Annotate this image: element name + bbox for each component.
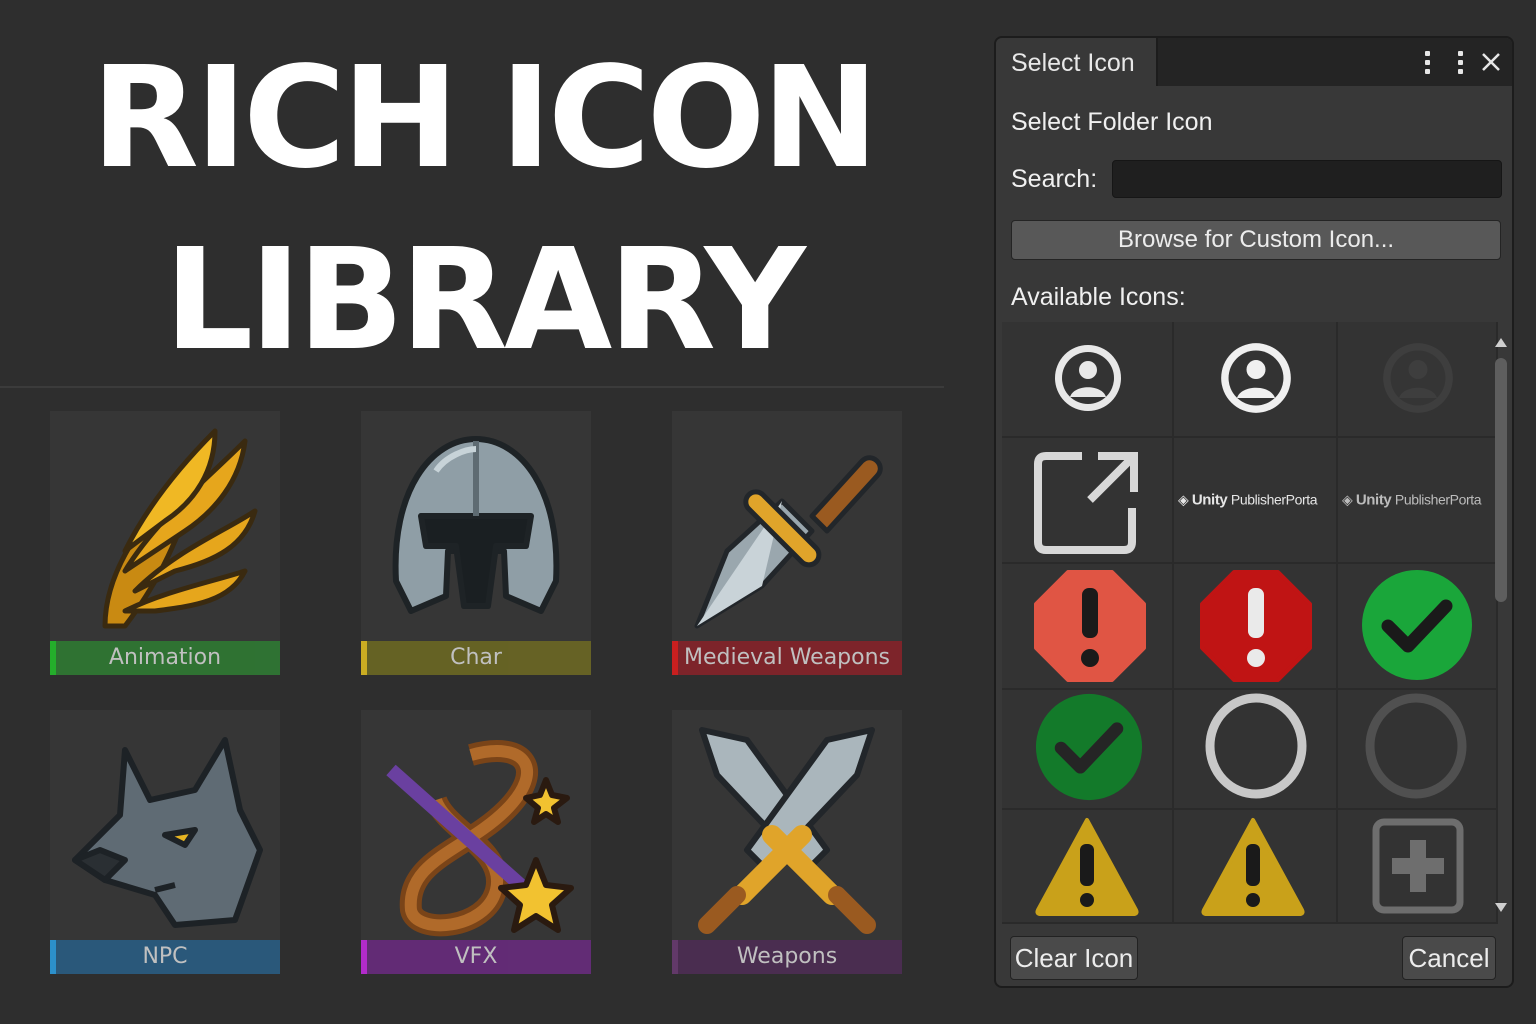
icon-cell-check-circle-dark[interactable]: [1002, 690, 1174, 810]
wolf-icon: [72, 737, 263, 928]
icon-cell-external-link[interactable]: [1002, 438, 1174, 564]
dagger-icon: [694, 455, 883, 629]
search-label: Search:: [1011, 165, 1098, 193]
icon-cell-add-box[interactable]: [1338, 810, 1498, 924]
close-icon[interactable]: [1476, 46, 1506, 78]
icon-cell-user-avatar-dim[interactable]: [1338, 322, 1498, 438]
scroll-down-arrow-icon[interactable]: [1495, 903, 1507, 912]
folder-label-vfx: VFX: [361, 940, 591, 974]
icon-cell-unity-portal-dim[interactable]: ◈ Unity PublisherPorta: [1338, 438, 1498, 564]
circle-outline-dim-icon: [1365, 693, 1467, 799]
error-octagon-dark-icon: [1200, 570, 1312, 682]
circle-outline-icon: [1205, 693, 1307, 799]
icon-grid-scrollbar[interactable]: [1492, 326, 1510, 922]
folder-label-animation: Animation: [50, 641, 280, 675]
folder-color-bar: [50, 641, 56, 675]
kebab-menu-icon[interactable]: [1412, 46, 1442, 78]
folder-label-medieval-weapons: Medieval Weapons: [672, 641, 902, 675]
folder-tile-animation[interactable]: Animation: [50, 411, 280, 675]
folder-tile-npc[interactable]: NPC: [50, 710, 280, 974]
unity-publisher-portal-logo: ◈ Unity PublisherPorta: [1178, 491, 1318, 509]
headline-line-1: RICH ICON: [91, 37, 879, 200]
warning-triangle-icon: [1035, 818, 1139, 916]
icon-cell-error-octagon-dark[interactable]: [1174, 564, 1338, 690]
window-titlebar: Select Icon: [996, 38, 1512, 86]
icon-cell-warning[interactable]: [1002, 810, 1174, 924]
unity-publisher-portal-logo-dim: ◈ Unity PublisherPorta: [1342, 491, 1482, 509]
folder-color-bar: [672, 641, 678, 675]
tab-select-icon[interactable]: Select Icon: [996, 38, 1158, 86]
folder-label-text: Medieval Weapons: [683, 645, 891, 670]
folder-tile-vfx[interactable]: VFX: [361, 710, 591, 974]
search-input[interactable]: [1112, 160, 1502, 198]
available-icons-label: Available Icons:: [1011, 283, 1186, 311]
add-box-icon: [1372, 818, 1464, 914]
magic-wand-icon: [386, 740, 574, 937]
icon-cell-user-avatar[interactable]: [1002, 322, 1174, 438]
helmet-icon: [392, 436, 560, 614]
warning-triangle-icon: [1201, 818, 1305, 916]
folder-color-bar: [50, 940, 56, 974]
folder-color-bar: [672, 940, 678, 974]
folder-title: Select Folder Icon: [1011, 108, 1213, 136]
browse-custom-icon-button[interactable]: Browse for Custom Icon...: [1011, 220, 1501, 260]
folder-label-text: NPC: [142, 944, 188, 969]
folder-label-text: Weapons: [736, 944, 838, 969]
cancel-button[interactable]: Cancel: [1402, 936, 1496, 980]
icon-cell-unity-portal[interactable]: ◈ Unity PublisherPorta: [1174, 438, 1338, 564]
kebab-menu-icon[interactable]: [1445, 46, 1475, 78]
scrollbar-thumb[interactable]: [1495, 358, 1507, 602]
icon-cell-check-circle[interactable]: [1338, 564, 1498, 690]
scroll-up-arrow-icon[interactable]: [1495, 338, 1507, 347]
user-avatar-icon: [1221, 343, 1291, 413]
icon-cell-circle-outline-dim[interactable]: [1338, 690, 1498, 810]
folder-tile-weapons[interactable]: Weapons: [672, 710, 902, 974]
error-octagon-icon: [1034, 570, 1146, 682]
external-link-icon: [1034, 452, 1138, 554]
folder-label-text: Char: [450, 645, 502, 670]
icon-cell-error-octagon[interactable]: [1002, 564, 1174, 690]
folder-label-text: VFX: [454, 944, 498, 969]
folder-color-bar: [361, 641, 367, 675]
icon-cell-user-avatar-2[interactable]: [1174, 322, 1338, 438]
check-circle-icon: [1362, 570, 1472, 680]
wing-icon: [102, 428, 258, 629]
folder-label-text: Animation: [108, 645, 222, 670]
headline: RICH ICON LIBRARY: [0, 28, 966, 392]
user-avatar-icon: [1055, 345, 1121, 411]
icon-cell-circle-outline[interactable]: [1174, 690, 1338, 810]
folder-label-char: Char: [361, 641, 591, 675]
icon-cell-warning-2[interactable]: [1174, 810, 1338, 924]
divider: [0, 386, 944, 388]
icon-grid: ◈ Unity PublisherPorta ◈ Unity Publisher…: [1002, 322, 1498, 924]
user-avatar-dim-icon: [1383, 343, 1453, 413]
crossed-swords-icon: [698, 727, 876, 934]
folder-tile-char[interactable]: Char: [361, 411, 591, 675]
folder-color-bar: [361, 940, 367, 974]
headline-line-2: LIBRARY: [164, 219, 806, 382]
clear-icon-button[interactable]: Clear Icon: [1010, 936, 1138, 980]
check-circle-dark-icon: [1035, 693, 1143, 801]
folder-label-weapons: Weapons: [672, 940, 902, 974]
select-icon-window: Select Icon Select Folder Icon Search: B…: [994, 36, 1514, 988]
folder-label-npc: NPC: [50, 940, 280, 974]
folder-tile-medieval-weapons[interactable]: Medieval Weapons: [672, 411, 902, 675]
